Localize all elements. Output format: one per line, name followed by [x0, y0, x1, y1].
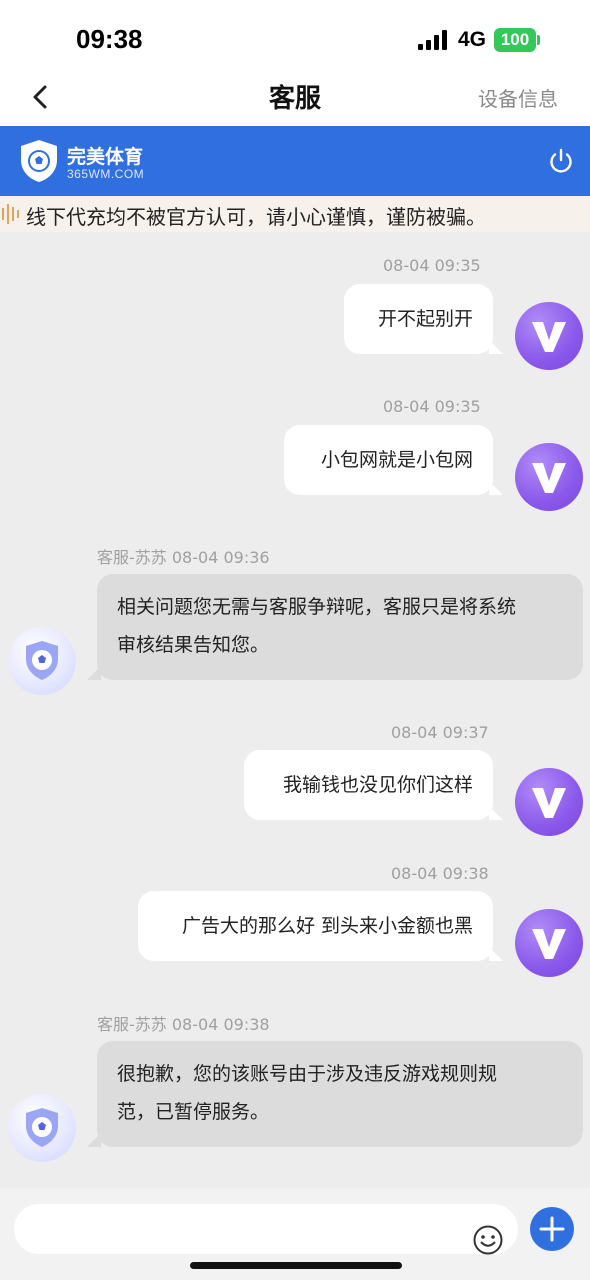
agent-sender: 客服-苏苏	[97, 1015, 167, 1034]
user-avatar[interactable]	[515, 302, 583, 370]
message-bubble[interactable]: 开不起别开	[344, 284, 503, 354]
device-info-button[interactable]: 设备信息	[478, 83, 558, 112]
brand-bar: 完美体育 365WM.COM	[0, 126, 590, 196]
v-letter-icon	[532, 929, 566, 959]
message-text: 开不起别开	[377, 308, 473, 330]
sound-wave-icon	[2, 204, 19, 224]
message-timestamp: 08-04 09:37	[391, 723, 489, 742]
user-avatar[interactable]	[515, 768, 583, 836]
status-time: 09:38	[76, 24, 143, 54]
agent-avatar[interactable]	[8, 1094, 76, 1162]
message-bubble[interactable]: 广告大的那么好 到头来小金额也黑	[138, 891, 503, 961]
message-bubble[interactable]: 很抱歉，您的该账号由于涉及违反游戏规则规 范，已暂停服务。	[87, 1041, 583, 1147]
message-text-line: 审核结果告知您。	[117, 634, 270, 656]
message-text: 广告大的那么好 到头来小金额也黑	[181, 915, 473, 937]
message-timestamp: 08-04 09:36	[171, 548, 270, 567]
shield-ball-icon	[26, 641, 58, 680]
home-indicator[interactable]	[190, 1262, 402, 1269]
message-timestamp: 08-04 09:38	[391, 864, 489, 883]
message-text-line: 相关问题您无需与客服争辩呢，客服只是将系统	[117, 596, 517, 618]
v-letter-icon	[532, 788, 566, 818]
power-icon[interactable]	[547, 147, 575, 175]
v-letter-icon	[532, 463, 566, 493]
agent-sender-timestamp: 客服-苏苏 08-04 09:36	[97, 544, 270, 568]
agent-sender-timestamp: 客服-苏苏 08-04 09:38	[97, 1011, 270, 1035]
chat-area[interactable]: 08-04 09:35 开不起别开 08-04 09:35 小包网就是小包网 客…	[0, 232, 590, 1188]
message-bubble[interactable]: 小包网就是小包网	[284, 425, 503, 495]
agent-sender: 客服-苏苏	[97, 548, 167, 567]
shield-ball-icon	[26, 1108, 58, 1147]
message-text-line: 很抱歉，您的该账号由于涉及违反游戏规则规	[117, 1063, 498, 1085]
message-bubble[interactable]: 我输钱也没见你们这样	[244, 750, 503, 820]
battery-icon: 100	[494, 28, 536, 52]
brand-logo-icon	[21, 140, 57, 182]
v-letter-icon	[532, 322, 566, 352]
signal-icon	[418, 30, 447, 50]
agent-avatar[interactable]	[8, 627, 76, 695]
message-text: 小包网就是小包网	[320, 449, 473, 471]
brand-name: 完美体育	[67, 146, 144, 168]
message-timestamp: 08-04 09:35	[383, 256, 481, 275]
add-button[interactable]	[530, 1207, 574, 1251]
brand-domain: 365WM.COM	[67, 167, 145, 181]
user-avatar[interactable]	[515, 909, 583, 977]
plus-icon	[539, 1216, 565, 1242]
message-text-line: 范，已暂停服务。	[117, 1101, 270, 1123]
message-bubble[interactable]: 相关问题您无需与客服争辩呢，客服只是将系统 审核结果告知您。	[87, 574, 583, 680]
nav-bar: 客服 设备信息	[0, 70, 590, 126]
message-text: 我输钱也没见你们这样	[282, 774, 473, 796]
notice-bar: 线下代充均不被官方认可，请小心谨慎，谨防被骗。	[0, 196, 590, 232]
notice-text: 线下代充均不被官方认可，请小心谨慎，谨防被骗。	[26, 205, 486, 229]
user-avatar[interactable]	[515, 443, 583, 511]
status-bar: 09:38 4G 100	[0, 0, 590, 70]
network-label: 4G	[458, 28, 487, 51]
message-timestamp: 08-04 09:38	[171, 1015, 270, 1034]
battery-cap	[537, 35, 540, 45]
smiley-icon[interactable]	[472, 1224, 504, 1256]
message-timestamp: 08-04 09:35	[383, 397, 481, 416]
message-input[interactable]	[14, 1204, 518, 1254]
